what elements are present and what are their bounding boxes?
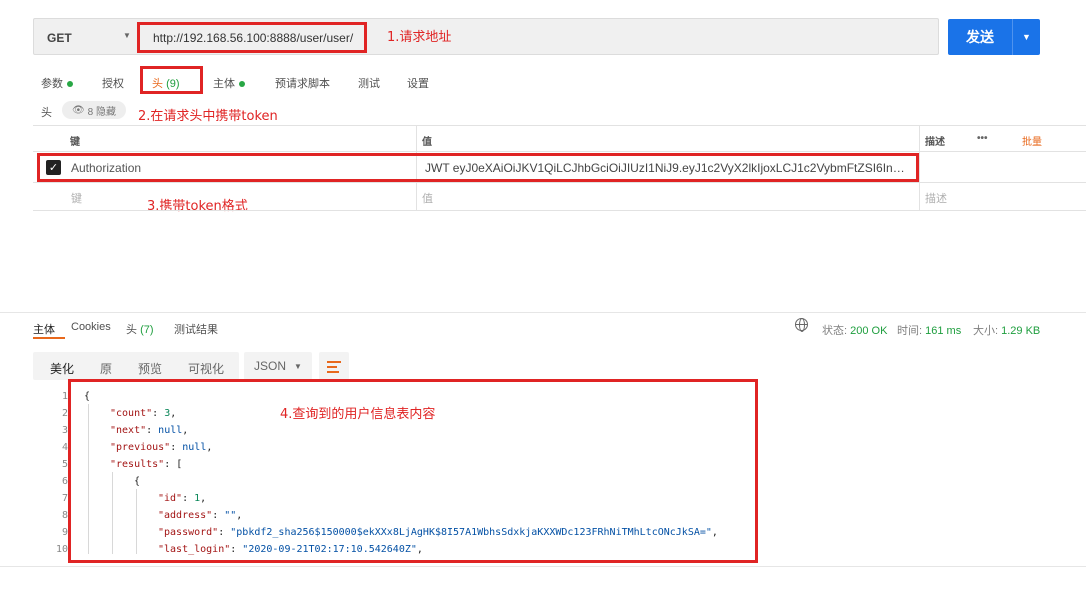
chevron-down-icon[interactable]: ▼	[123, 31, 131, 40]
hidden-headers-toggle[interactable]: 👁 8 隐藏	[62, 101, 126, 119]
annotation-2: 2.在请求头中携带token	[138, 109, 278, 124]
line-number: 2	[61, 408, 68, 419]
response-tab-cookies[interactable]: Cookies	[71, 321, 111, 333]
tab-params[interactable]: 参数	[41, 75, 73, 91]
line-number: 4	[61, 442, 68, 453]
table-divider	[33, 125, 1086, 126]
tab-tests[interactable]: 测试	[358, 75, 380, 91]
wrap-lines-icon[interactable]	[319, 352, 349, 380]
format-pretty-button[interactable]: 美化	[50, 360, 74, 377]
tab-auth[interactable]: 授权	[102, 75, 124, 91]
line-number: 1	[61, 391, 68, 402]
tab-prerequest[interactable]: 预请求脚本	[275, 75, 330, 91]
eye-icon: 👁	[71, 104, 85, 116]
line-number: 9	[61, 527, 68, 538]
column-header-description: 描述	[925, 137, 945, 148]
send-dropdown-chevron-icon[interactable]: ▼	[1012, 19, 1040, 55]
bottom-divider	[0, 566, 1086, 567]
new-description-input[interactable]: 描述	[925, 190, 947, 206]
response-tab-tests[interactable]: 测试结果	[174, 321, 218, 337]
annotation-box-headers-tab	[140, 66, 203, 94]
line-number: 10	[55, 544, 68, 555]
globe-icon[interactable]	[795, 318, 808, 332]
format-visualize-button[interactable]: 可视化	[188, 360, 224, 377]
size-readout: 大小: 1.29 KB	[973, 325, 1041, 337]
response-divider	[0, 312, 1086, 313]
time-readout: 时间: 161 ms	[897, 325, 962, 337]
new-value-input[interactable]: 值	[422, 190, 433, 206]
format-type-select[interactable]: JSON ▼	[244, 352, 312, 380]
active-tab-underline	[33, 337, 65, 339]
column-divider	[919, 126, 920, 211]
format-preview-button[interactable]: 预览	[138, 360, 162, 377]
table-divider	[33, 151, 1086, 152]
line-number: 6	[61, 476, 68, 487]
response-tab-body[interactable]: 主体	[33, 321, 55, 337]
column-header-key: 键	[70, 137, 80, 148]
format-raw-button[interactable]: 原	[100, 360, 112, 377]
tab-settings[interactable]: 设置	[407, 75, 429, 91]
status-readout: 状态: 200 OK	[822, 325, 888, 337]
annotation-box-response	[68, 379, 758, 563]
headers-title: 头	[41, 107, 52, 119]
more-options-icon[interactable]: •••	[977, 133, 988, 144]
method-select[interactable]: GET	[47, 31, 72, 45]
table-divider	[33, 182, 1086, 183]
line-number: 5	[61, 459, 68, 470]
url-input[interactable]: http://192.168.56.100:8888/user/user/	[153, 31, 353, 45]
table-divider	[33, 210, 1086, 211]
line-number: 7	[61, 493, 68, 504]
chevron-down-icon: ▼	[294, 361, 302, 371]
line-number: 3	[61, 425, 68, 436]
status-dot-icon	[239, 81, 245, 88]
bulk-edit-link[interactable]: 批量	[1022, 133, 1042, 148]
line-number: 8	[61, 510, 68, 521]
annotation-3: 3.携带token格式	[147, 199, 248, 214]
status-dot-icon	[67, 81, 73, 88]
annotation-box-header-row	[37, 153, 919, 182]
response-tab-headers[interactable]: 头 (7)	[126, 321, 154, 337]
new-key-input[interactable]: 键	[71, 190, 82, 206]
column-header-value: 值	[422, 137, 432, 148]
tab-body[interactable]: 主体	[213, 75, 245, 91]
send-button[interactable]: 发送	[948, 19, 1012, 55]
annotation-1: 1.请求地址	[387, 30, 452, 45]
